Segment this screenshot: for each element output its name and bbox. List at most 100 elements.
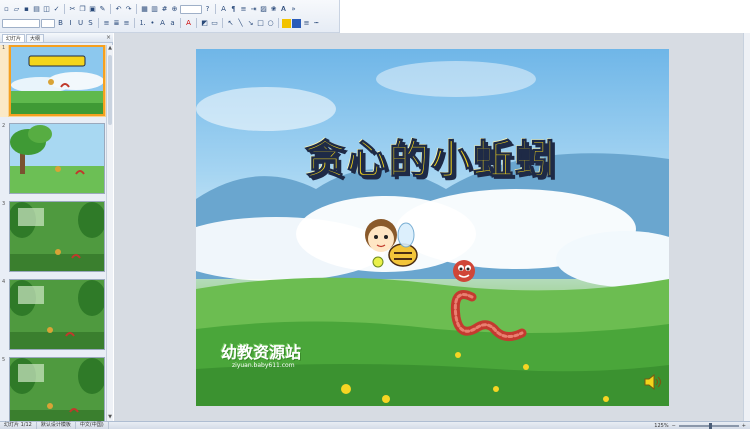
editor-scrollbar[interactable] xyxy=(743,33,750,421)
clipart-icon[interactable]: ❀ xyxy=(269,5,278,14)
toolbar-separator xyxy=(134,18,135,28)
slide-number: 2 xyxy=(2,123,6,129)
slide-thumbnail-frame xyxy=(9,45,105,116)
dash-style-icon[interactable]: ┅ xyxy=(312,19,321,28)
bullet-list-icon[interactable]: • xyxy=(148,19,157,28)
toolbar-separator xyxy=(215,4,216,14)
copy-icon[interactable]: ❐ xyxy=(78,5,87,14)
slide-thumbnail[interactable]: 2 xyxy=(0,123,106,195)
slide-thumbnail[interactable]: 1 xyxy=(0,45,106,117)
slide-thumbnail[interactable]: 5 xyxy=(0,357,106,421)
italic-icon[interactable]: I xyxy=(66,19,75,28)
slide-number: 1 xyxy=(2,45,6,51)
tab-slides[interactable]: 幻灯片 xyxy=(2,34,26,42)
font-name-field[interactable] xyxy=(2,18,40,28)
line-icon[interactable]: ╲ xyxy=(236,19,245,28)
bold-icon[interactable]: B xyxy=(56,19,65,28)
toolbar-separator xyxy=(64,4,65,14)
zoom-icon[interactable]: ⊕ xyxy=(170,5,179,14)
bullets-icon[interactable]: ≡ xyxy=(239,5,248,14)
format-painter-icon[interactable]: ✎ xyxy=(98,5,107,14)
zoom-in-icon[interactable]: + xyxy=(742,423,746,429)
paragraph-icon[interactable]: ¶ xyxy=(229,5,238,14)
zoom-field[interactable] xyxy=(180,4,202,14)
indent-icon[interactable]: ⇥ xyxy=(249,5,258,14)
pane-tabs: 幻灯片 大纲 × xyxy=(0,33,113,43)
save-icon[interactable]: ▪ xyxy=(22,5,31,14)
toolbar-separator xyxy=(110,4,111,14)
toolbar-separator xyxy=(196,18,197,28)
underline-icon[interactable]: U xyxy=(76,19,85,28)
spell-icon[interactable]: ✓ xyxy=(52,5,61,14)
wordart-icon[interactable]: 𝐀 xyxy=(279,5,288,14)
line-color-icon[interactable] xyxy=(292,18,301,28)
slide-number: 5 xyxy=(2,357,6,363)
zoom-slider[interactable] xyxy=(678,422,739,429)
zoom-slider-knob[interactable] xyxy=(708,422,712,429)
toolbar-separator xyxy=(180,18,181,28)
tab-outline[interactable]: 大纲 xyxy=(26,34,45,42)
slide-number: 4 xyxy=(2,279,6,285)
slide-1-preview xyxy=(11,47,103,114)
paste-icon[interactable]: ▣ xyxy=(88,5,97,14)
toolbar-area: ▫ ▱ ▪ ▤ ◫ ✓ ✂ ❐ ▣ ✎ ↶ ↷ ▦ ▥ # ⊕ ? A ¶ ≡ … xyxy=(0,0,340,33)
increase-font-icon[interactable]: A xyxy=(158,19,167,28)
decrease-font-icon[interactable]: a xyxy=(168,19,177,28)
align-center-icon[interactable]: ≣ xyxy=(112,19,121,28)
slide-thumbnail[interactable]: 3 xyxy=(0,201,106,273)
rectangle-icon[interactable]: □ xyxy=(256,19,265,28)
scroll-up-icon[interactable]: ▲ xyxy=(107,45,113,52)
more-icon[interactable]: » xyxy=(289,5,298,14)
insert-chart-icon[interactable]: ▥ xyxy=(150,5,159,14)
grid-icon[interactable]: # xyxy=(160,5,169,14)
slide-5-preview xyxy=(10,358,104,421)
toolbar-separator xyxy=(278,18,279,28)
align-right-icon[interactable]: ≡ xyxy=(122,19,131,28)
zoom-out-icon[interactable]: − xyxy=(672,423,676,429)
font-color-icon[interactable]: A xyxy=(184,19,193,28)
shadow-icon[interactable]: S xyxy=(86,19,95,28)
font-size-field[interactable] xyxy=(41,18,55,28)
print-icon[interactable]: ▤ xyxy=(32,5,41,14)
open-icon[interactable]: ▱ xyxy=(12,5,21,14)
sound-icon[interactable] xyxy=(643,374,663,390)
undo-icon[interactable]: ↶ xyxy=(114,5,123,14)
slides-pane: 幻灯片 大纲 × 1 2 3 4 5 ▲ ▼ xyxy=(0,33,113,421)
design-icon[interactable]: ◩ xyxy=(200,19,209,28)
thumbnail-scrollbar[interactable]: ▲ ▼ xyxy=(106,45,113,421)
slide-thumbnail-frame xyxy=(9,357,105,421)
numbering-icon[interactable]: ⒈ xyxy=(138,19,147,28)
redo-icon[interactable]: ↷ xyxy=(124,5,133,14)
cut-icon[interactable]: ✂ xyxy=(68,5,77,14)
align-left-icon[interactable]: ≡ xyxy=(102,19,111,28)
fill-color-icon[interactable] xyxy=(282,18,291,28)
toolbar-separator xyxy=(98,18,99,28)
new-icon[interactable]: ▫ xyxy=(2,5,11,14)
scroll-down-icon[interactable]: ▼ xyxy=(107,414,113,421)
current-slide[interactable]: 贪心的小蚯蚓 幼教资源站 ziyuan.baby611.com xyxy=(196,49,669,406)
new-slide-icon[interactable]: ▭ xyxy=(210,19,219,28)
toolbar-ribbon: ▫ ▱ ▪ ▤ ◫ ✓ ✂ ❐ ▣ ✎ ↶ ↷ ▦ ▥ # ⊕ ? A ¶ ≡ … xyxy=(0,0,750,33)
select-icon[interactable]: ↖ xyxy=(226,19,235,28)
zoom-level[interactable]: 125% xyxy=(654,423,668,429)
line-style-icon[interactable]: ≡ xyxy=(302,19,311,28)
insert-table-icon[interactable]: ▦ xyxy=(140,5,149,14)
preview-icon[interactable]: ◫ xyxy=(42,5,51,14)
slide-thumbnail[interactable]: 4 xyxy=(0,279,106,351)
slide-4-preview xyxy=(10,280,104,349)
toolbar-row-standard: ▫ ▱ ▪ ▤ ◫ ✓ ✂ ❐ ▣ ✎ ↶ ↷ ▦ ▥ # ⊕ ? A ¶ ≡ … xyxy=(2,3,298,15)
slide-thumbnail-frame xyxy=(9,123,105,194)
watermark-url: ziyuan.baby611.com xyxy=(232,362,295,369)
slide-thumbnail-frame xyxy=(9,201,105,272)
toolbar-separator xyxy=(222,18,223,28)
ellipse-icon[interactable]: ○ xyxy=(266,19,275,28)
slide-title[interactable]: 贪心的小蚯蚓 xyxy=(276,127,586,185)
scroll-thumb[interactable] xyxy=(108,55,112,125)
picture-icon[interactable]: ▨ xyxy=(259,5,268,14)
slide-thumbnail-list: 1 2 3 4 5 xyxy=(0,45,106,421)
theme-name: 默认设计模板 xyxy=(37,422,76,429)
help-icon[interactable]: ? xyxy=(203,5,212,14)
close-icon[interactable]: × xyxy=(106,34,111,41)
text-box-icon[interactable]: A xyxy=(219,5,228,14)
arrow-icon[interactable]: ↘ xyxy=(246,19,255,28)
